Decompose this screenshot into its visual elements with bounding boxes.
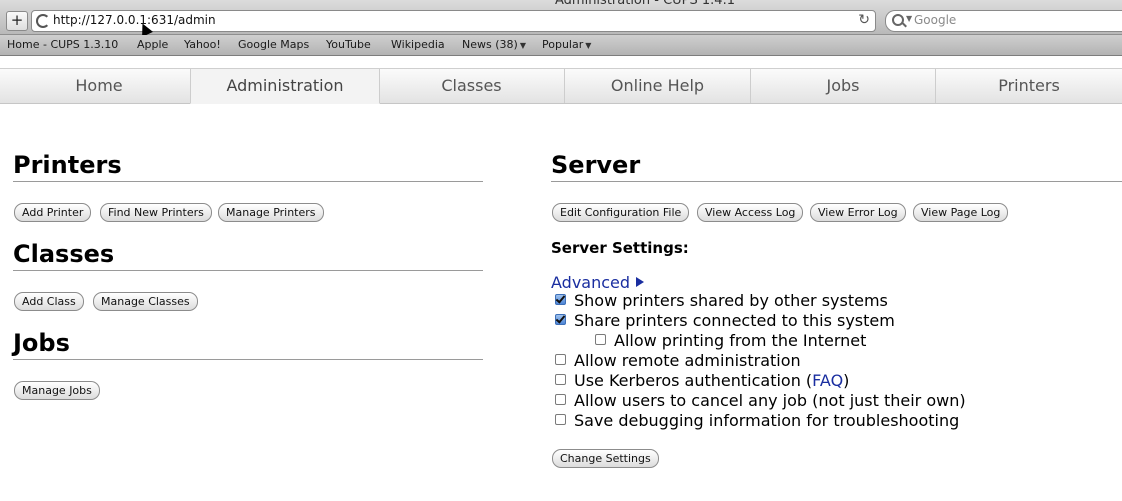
advanced-label: Advanced [551, 273, 631, 292]
change-settings-button[interactable]: Change Settings [552, 449, 659, 468]
jobs-heading: Jobs [13, 329, 70, 357]
tab-home[interactable]: Home [8, 69, 191, 103]
allow-internet-printing-checkbox[interactable] [595, 334, 606, 345]
printers-divider [13, 181, 483, 182]
tab-online-help[interactable]: Online Help [565, 69, 751, 103]
bookmark-news-label: News (38) [462, 38, 518, 51]
faq-link[interactable]: FAQ [812, 371, 843, 390]
tab-printers[interactable]: Printers [936, 69, 1122, 103]
classes-divider [13, 270, 483, 271]
add-class-button[interactable]: Add Class [14, 292, 84, 311]
bookmark-youtube[interactable]: YouTube [326, 38, 371, 51]
tab-classes[interactable]: Classes [379, 69, 565, 103]
search-input[interactable]: Google [914, 13, 956, 27]
edit-configuration-file-button[interactable]: Edit Configuration File [552, 203, 690, 222]
window-title: Administration - CUPS 1.4.1 [555, 0, 735, 8]
debug-logging-checkbox[interactable] [555, 414, 566, 425]
address-bar[interactable]: http://127.0.0.1:631/admin ↻ [31, 10, 876, 32]
option-allow-internet-printing: Allow printing from the Internet [595, 331, 867, 350]
show-shared-printers-checkbox[interactable] [555, 294, 566, 305]
search-field[interactable]: ▼ Google [885, 10, 1122, 32]
add-printer-button[interactable]: Add Printer [14, 203, 92, 222]
bookmark-news-folder[interactable]: News (38) ▼ [462, 38, 526, 51]
option-label: Allow remote administration [574, 351, 801, 370]
view-error-log-button[interactable]: View Error Log [810, 203, 906, 222]
jobs-divider [13, 359, 483, 360]
option-debug-logging: Save debugging information for troublesh… [555, 411, 960, 430]
reload-icon[interactable]: ↻ [858, 12, 870, 28]
option-label: Allow printing from the Internet [614, 331, 867, 350]
option-cancel-any-job: Allow users to cancel any job (not just … [555, 391, 966, 410]
manage-jobs-button[interactable]: Manage Jobs [14, 381, 100, 400]
address-input[interactable]: http://127.0.0.1:631/admin [53, 13, 216, 27]
tab-administration[interactable]: Administration [190, 69, 380, 104]
view-access-log-button[interactable]: View Access Log [697, 203, 804, 222]
share-printers-checkbox[interactable] [555, 314, 566, 325]
bookmark-wikipedia[interactable]: Wikipedia [391, 38, 445, 51]
server-divider [551, 181, 1122, 182]
option-label-suffix: ) [843, 371, 850, 390]
classes-heading: Classes [13, 240, 115, 268]
cups-tab-bar: Home Administration Classes Online Help … [0, 68, 1122, 104]
bookmark-popular-label: Popular [542, 38, 584, 51]
find-new-printers-button[interactable]: Find New Printers [100, 203, 212, 222]
option-label: Save debugging information for troublesh… [574, 411, 960, 430]
search-dropdown-icon[interactable]: ▼ [906, 14, 912, 23]
triangle-right-icon [636, 277, 645, 287]
browser-toolbar: Administration - CUPS 1.4.1 + http://127… [0, 0, 1122, 35]
remote-admin-checkbox[interactable] [555, 354, 566, 365]
option-show-shared-printers: Show printers shared by other systems [555, 291, 888, 310]
manage-printers-button[interactable]: Manage Printers [218, 203, 324, 222]
tab-jobs[interactable]: Jobs [751, 69, 936, 103]
option-remote-admin: Allow remote administration [555, 351, 801, 370]
search-icon [892, 14, 904, 26]
manage-classes-button[interactable]: Manage Classes [93, 292, 198, 311]
bookmark-popular-folder[interactable]: Popular ▼ [542, 38, 591, 51]
option-label: Share printers connected to this system [574, 311, 895, 330]
page-icon [36, 14, 50, 28]
advanced-link[interactable]: Advanced [551, 273, 645, 292]
view-page-log-button[interactable]: View Page Log [913, 203, 1009, 222]
bookmark-google-maps[interactable]: Google Maps [238, 38, 309, 51]
option-kerberos: Use Kerberos authentication (FAQ) [555, 371, 850, 390]
bookmark-yahoo[interactable]: Yahoo! [184, 38, 221, 51]
bookmark-apple[interactable]: Apple [137, 38, 168, 51]
bookmark-home-cups[interactable]: Home - CUPS 1.3.10 [7, 38, 118, 51]
bookmarks-bar: Home - CUPS 1.3.10 Apple Yahoo! Google M… [0, 35, 1122, 56]
option-share-printers: Share printers connected to this system [555, 311, 895, 330]
kerberos-checkbox[interactable] [555, 374, 566, 385]
printers-heading: Printers [13, 151, 122, 179]
option-label: Use Kerberos authentication ( [574, 371, 813, 390]
add-tab-button[interactable]: + [6, 11, 28, 31]
chevron-down-icon: ▼ [519, 41, 526, 50]
server-heading: Server [551, 151, 641, 179]
chevron-down-icon: ▼ [585, 41, 592, 50]
cancel-any-job-checkbox[interactable] [555, 394, 566, 405]
option-label: Allow users to cancel any job (not just … [574, 391, 966, 410]
server-settings-heading: Server Settings: [551, 239, 689, 257]
option-label: Show printers shared by other systems [574, 291, 888, 310]
